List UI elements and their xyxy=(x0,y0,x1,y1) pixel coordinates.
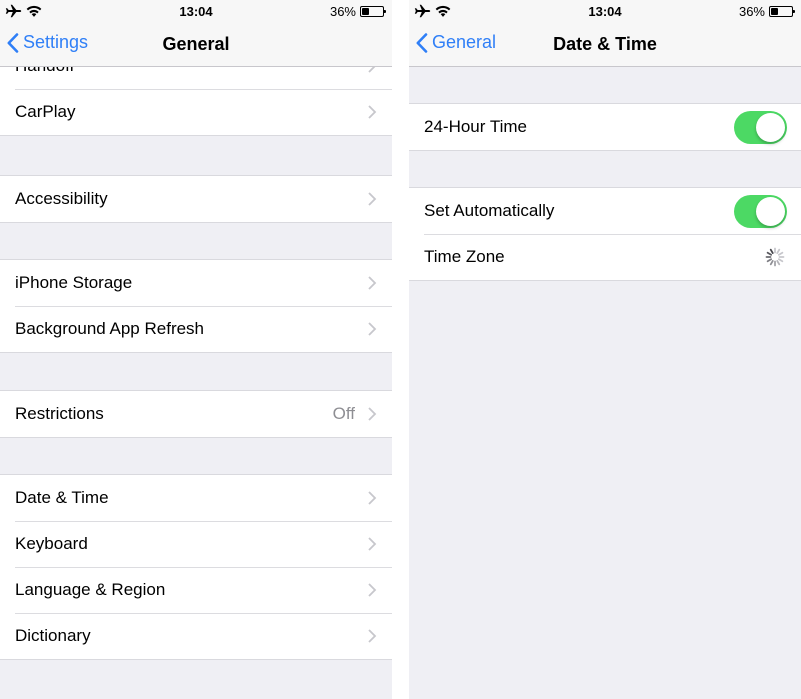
chevron-right-icon xyxy=(368,276,377,290)
status-bar: 13:04 36% xyxy=(0,0,392,22)
navigation-bar: General Date & Time xyxy=(409,22,801,67)
list-item-label: Keyboard xyxy=(15,534,88,553)
chevron-right-icon xyxy=(368,67,376,73)
settings-group-accessibility: Accessibility xyxy=(0,175,392,223)
battery-fill xyxy=(771,7,779,15)
list-item-accessibility[interactable]: Accessibility xyxy=(0,176,392,222)
chevron-right-icon xyxy=(368,537,377,551)
list-item-label: 24-Hour Time xyxy=(424,117,527,136)
list-item-label: Language & Region xyxy=(15,580,166,599)
list-item-24-hour-time: 24-Hour Time xyxy=(409,104,801,150)
list-item-label: Restrictions xyxy=(15,404,104,423)
settings-group-locale: Date & Time Keyboard Language & Region D… xyxy=(0,474,392,660)
page-title: General xyxy=(162,34,230,54)
settings-group-automatic: Set Automatically Time Zone xyxy=(409,187,801,281)
general-screen: 13:04 36% Settings General Handoff CarPl… xyxy=(0,0,392,699)
chevron-right-icon xyxy=(368,105,377,119)
toggle-knob xyxy=(756,113,785,142)
list-item-iphone-storage[interactable]: iPhone Storage xyxy=(0,260,392,306)
set-automatically-toggle[interactable] xyxy=(734,195,787,228)
settings-group-storage: iPhone Storage Background App Refresh xyxy=(0,259,392,353)
list-item-label: CarPlay xyxy=(15,102,76,121)
chevron-right-icon xyxy=(368,583,377,597)
list-item-set-automatically: Set Automatically xyxy=(409,188,801,234)
toggle-knob xyxy=(756,197,785,226)
list-item-handoff[interactable]: Handoff xyxy=(0,67,392,89)
list-item-time-zone[interactable]: Time Zone xyxy=(409,234,801,280)
list-item-keyboard[interactable]: Keyboard xyxy=(0,521,392,567)
list-item-dictionary[interactable]: Dictionary xyxy=(0,613,392,659)
status-bar: 13:04 36% xyxy=(409,0,801,22)
list-item-label: Handoff xyxy=(15,67,74,76)
list-item-restrictions[interactable]: Restrictions Off xyxy=(0,391,392,437)
chevron-right-icon xyxy=(368,491,377,505)
settings-group-continuity: Handoff CarPlay xyxy=(0,67,392,136)
settings-group-restrictions: Restrictions Off xyxy=(0,390,392,438)
loading-spinner-icon xyxy=(765,247,785,267)
navigation-bar: Settings General xyxy=(0,22,392,67)
24-hour-time-toggle[interactable] xyxy=(734,111,787,144)
list-item-label: Time Zone xyxy=(424,247,505,266)
settings-list: Handoff CarPlay Accessibility iPhone Sto… xyxy=(0,67,392,699)
list-item-label: iPhone Storage xyxy=(15,273,133,292)
settings-group-format: 24-Hour Time xyxy=(409,103,801,151)
battery-icon xyxy=(360,5,386,17)
list-item-label: Date & Time xyxy=(15,488,109,507)
battery-percentage: 36% xyxy=(329,3,356,19)
chevron-right-icon xyxy=(368,322,377,336)
page-title: Date & Time xyxy=(553,34,657,54)
settings-list: 24-Hour Time Set Automatically Time Zone xyxy=(409,67,801,699)
list-item-date-time[interactable]: Date & Time xyxy=(0,475,392,521)
chevron-right-icon xyxy=(368,192,377,206)
date-time-screen: 13:04 36% General Date & Time 24-Hour Ti… xyxy=(409,0,801,699)
list-item-background-app-refresh[interactable]: Background App Refresh xyxy=(0,306,392,352)
list-item-carplay[interactable]: CarPlay xyxy=(0,89,392,135)
battery-percentage: 36% xyxy=(738,3,765,19)
battery-icon xyxy=(769,5,795,17)
list-item-language-region[interactable]: Language & Region xyxy=(0,567,392,613)
chevron-right-icon xyxy=(368,407,377,421)
list-item-label: Accessibility xyxy=(15,189,108,208)
chevron-right-icon xyxy=(368,629,377,643)
list-item-label: Set Automatically xyxy=(424,201,555,220)
list-item-label: Background App Refresh xyxy=(15,319,205,338)
battery-fill xyxy=(362,7,370,15)
list-item-label: Dictionary xyxy=(15,626,91,645)
restrictions-value: Off xyxy=(332,404,355,423)
